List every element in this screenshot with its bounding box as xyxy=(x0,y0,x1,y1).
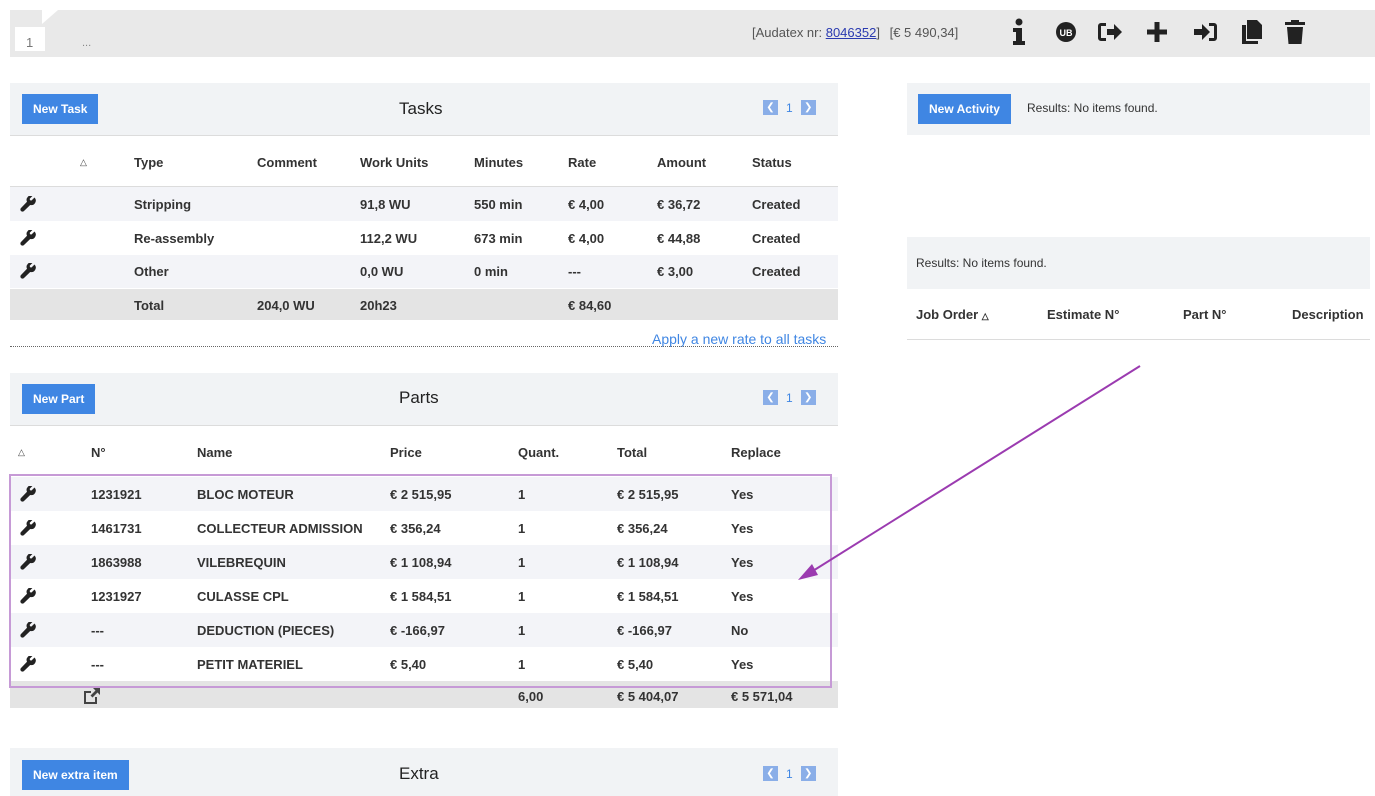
task-type: Stripping xyxy=(134,197,192,212)
sort-icon: △ xyxy=(981,311,989,321)
task-rate: € 4,00 xyxy=(568,197,605,212)
wrench-icon[interactable] xyxy=(20,263,36,279)
col-minutes[interactable]: Minutes xyxy=(474,155,523,170)
col-type[interactable]: Type xyxy=(134,155,163,170)
new-extra-item-button[interactable]: New extra item xyxy=(22,760,129,790)
col-replace[interactable]: Replace xyxy=(731,445,781,460)
task-rate: € 4,00 xyxy=(568,231,605,246)
task-type: Other xyxy=(134,264,169,279)
task-minutes: 0 min xyxy=(474,264,508,279)
wrench-icon[interactable] xyxy=(20,230,36,246)
page-number: 1 xyxy=(786,766,793,781)
sort-icon[interactable]: △ xyxy=(80,157,87,168)
parts-total-amount: € 5 404,07 xyxy=(617,689,679,704)
copy-icon[interactable] xyxy=(1236,16,1268,48)
wrench-icon[interactable] xyxy=(20,196,36,212)
tasks-total-minutes: 20h23 xyxy=(360,298,397,313)
task-status: Created xyxy=(752,231,801,246)
audatex-suffix: ] xyxy=(876,25,880,40)
task-minutes: 673 min xyxy=(474,231,523,246)
estimate-total: [€ 5 490,34] xyxy=(889,25,959,40)
new-part-button[interactable]: New Part xyxy=(22,384,96,414)
highlight-box xyxy=(9,474,832,688)
audatex-prefix: [Audatex nr: xyxy=(752,25,826,40)
task-amount: € 3,00 xyxy=(657,264,694,279)
tasks-total-amount: € 84,60 xyxy=(568,298,612,313)
col-description[interactable]: Description xyxy=(1292,307,1364,322)
task-amount: € 36,72 xyxy=(657,197,701,212)
sign-out-icon[interactable] xyxy=(1094,16,1126,48)
parts-title: Parts xyxy=(399,388,439,407)
col-rate[interactable]: Rate xyxy=(568,155,596,170)
ellipsis-text: ... xyxy=(82,37,92,49)
plus-icon[interactable] xyxy=(1141,16,1173,48)
dotted-divider xyxy=(10,346,838,347)
extra-title: Extra xyxy=(399,764,439,783)
col-total[interactable]: Total xyxy=(617,445,647,460)
task-rate: --- xyxy=(568,264,581,279)
prev-page-button[interactable]: ❮ xyxy=(763,766,778,781)
task-minutes: 550 min xyxy=(474,197,523,212)
task-wu: 91,8 WU xyxy=(360,197,411,212)
task-status: Created xyxy=(752,264,801,279)
col-price[interactable]: Price xyxy=(390,445,422,460)
col-comment[interactable]: Comment xyxy=(257,155,317,170)
task-status: Created xyxy=(752,197,801,212)
tasks-total-label: Total xyxy=(134,298,165,313)
fold-corner xyxy=(42,10,58,24)
activity-results: Results: No items found. xyxy=(1027,101,1158,115)
svg-text:UB: UB xyxy=(1060,28,1073,38)
col-part-number[interactable]: N° xyxy=(91,445,106,460)
divider xyxy=(10,425,838,426)
col-job-order[interactable]: Job Order △ xyxy=(916,307,989,322)
audatex-info: [Audatex nr: 8046352] [€ 5 490,34] xyxy=(752,25,958,40)
next-page-button[interactable]: ❯ xyxy=(800,100,816,115)
task-type: Re-assembly xyxy=(134,231,215,246)
task-wu: 0,0 WU xyxy=(360,264,404,279)
ub-icon[interactable]: UB xyxy=(1050,16,1082,48)
next-page-button[interactable]: ❯ xyxy=(800,766,816,781)
parts-total-qty: 6,00 xyxy=(518,689,544,704)
col-name[interactable]: Name xyxy=(197,445,232,460)
col-work-units[interactable]: Work Units xyxy=(360,155,428,170)
external-link-icon[interactable] xyxy=(82,686,102,706)
new-activity-button[interactable]: New Activity xyxy=(918,94,1011,124)
divider xyxy=(907,339,1370,340)
prev-page-button[interactable]: ❮ xyxy=(763,100,778,115)
tasks-pager: ❮ 1 ❯ xyxy=(763,100,816,115)
tasks-title: Tasks xyxy=(399,99,443,118)
task-amount: € 44,88 xyxy=(657,231,701,246)
divider xyxy=(10,135,838,136)
audatex-number-link[interactable]: 8046352 xyxy=(826,25,877,40)
tasks-total-wu: 204,0 WU xyxy=(257,298,315,313)
extra-pager: ❮ 1 ❯ xyxy=(763,766,816,781)
parts-total-replace: € 5 571,04 xyxy=(731,689,793,704)
col-quantity[interactable]: Quant. xyxy=(518,445,559,460)
page-number: 1 xyxy=(786,100,793,115)
joborders-results: Results: No items found. xyxy=(916,256,1047,270)
prev-page-button[interactable]: ❮ xyxy=(763,390,778,405)
row-number: 1 xyxy=(15,27,45,51)
info-icon[interactable] xyxy=(1003,16,1035,48)
col-job-order-label: Job Order xyxy=(916,307,979,322)
new-task-button[interactable]: New Task xyxy=(22,94,99,124)
col-status[interactable]: Status xyxy=(752,155,792,170)
apply-rate-link[interactable]: Apply a new rate to all tasks xyxy=(652,331,826,347)
sort-icon[interactable]: △ xyxy=(18,447,25,458)
sign-in-icon[interactable] xyxy=(1190,16,1222,48)
trash-icon[interactable] xyxy=(1279,16,1311,48)
col-estimate-number[interactable]: Estimate N° xyxy=(1047,307,1119,322)
task-wu: 112,2 WU xyxy=(360,231,418,246)
col-part-number[interactable]: Part N° xyxy=(1183,307,1227,322)
annotation-arrow xyxy=(798,365,1141,580)
col-amount[interactable]: Amount xyxy=(657,155,706,170)
